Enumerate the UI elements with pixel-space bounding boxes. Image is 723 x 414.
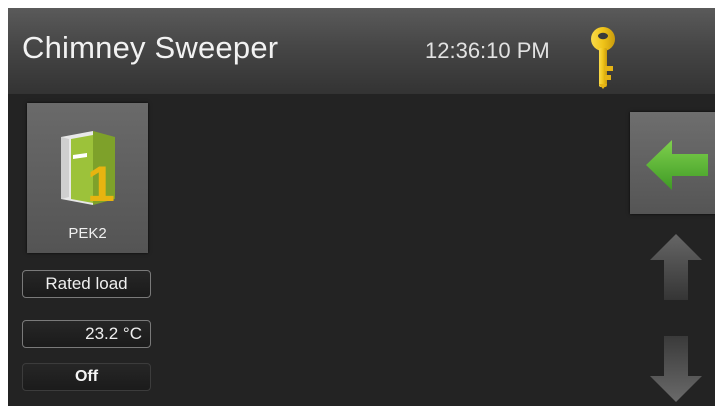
arrow-up-icon[interactable] bbox=[650, 234, 702, 300]
key-icon[interactable] bbox=[590, 26, 616, 90]
boiler-icon: 1 bbox=[61, 131, 115, 209]
load-status-field: Rated load bbox=[22, 270, 151, 298]
temperature-field: 23.2 °C bbox=[22, 320, 151, 348]
device-tile[interactable]: 1 PEK2 bbox=[27, 103, 148, 253]
arrow-left-icon bbox=[646, 140, 708, 190]
state-button[interactable]: Off bbox=[22, 363, 151, 391]
back-button[interactable] bbox=[630, 112, 715, 214]
header-bar: Chimney Sweeper 12:36:10 PM bbox=[8, 8, 715, 94]
chimney-sweeper-screen: Chimney Sweeper 12:36:10 PM 1 PEK2 Rated… bbox=[8, 8, 715, 406]
arrow-down-icon[interactable] bbox=[650, 336, 702, 402]
device-name: PEK2 bbox=[68, 225, 107, 242]
page-title: Chimney Sweeper bbox=[22, 30, 279, 65]
svg-text:1: 1 bbox=[87, 156, 115, 209]
clock: 12:36:10 PM bbox=[425, 38, 550, 63]
